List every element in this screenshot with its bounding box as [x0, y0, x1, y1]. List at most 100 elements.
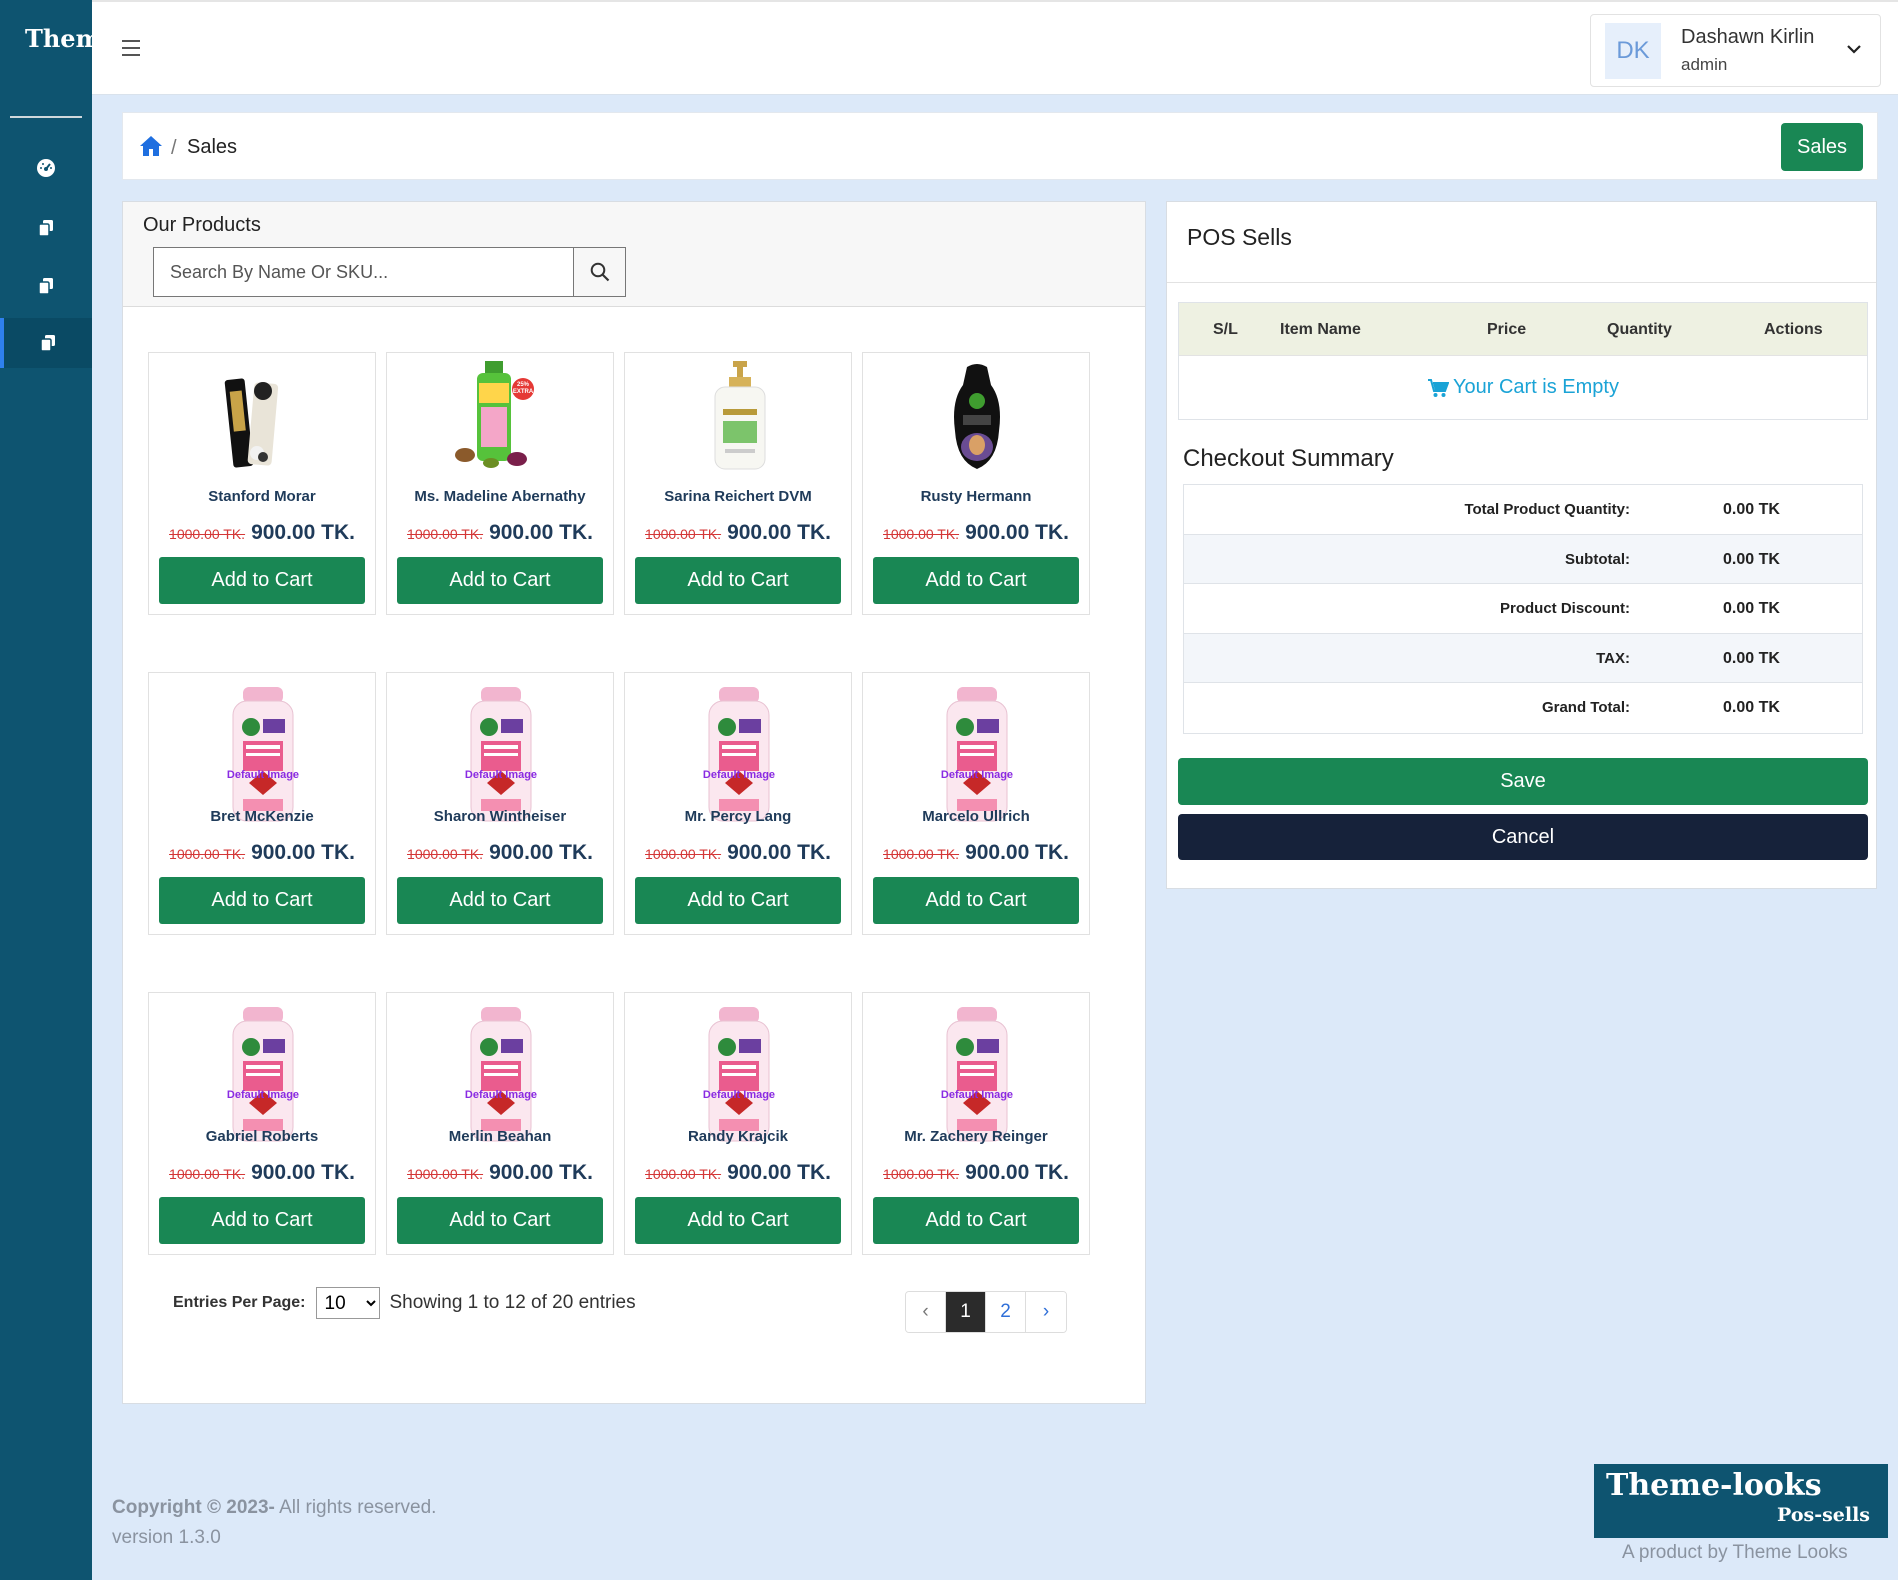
cart-table: S/L Item Name Price Quantity Actions You… — [1178, 302, 1868, 420]
summary-value: 0.00 TK — [1723, 649, 1780, 667]
product-card: Default Image Mr. Percy Lang 1000.00 TK. 90… — [624, 672, 852, 935]
default-image-label: Default Image — [226, 769, 300, 781]
add-to-cart-button[interactable]: Add to Cart — [873, 557, 1079, 604]
product-card: Default Image Bret McKenzie 1000.00 TK. 900… — [148, 672, 376, 935]
sale-price: 900.00 TK. — [965, 1161, 1069, 1184]
summary-label: Total Product Quantity: — [1464, 501, 1630, 518]
sidebar-item-dashboard[interactable] — [0, 143, 92, 193]
entries-select[interactable]: 10 — [315, 1287, 380, 1319]
price-row: 1000.00 TK. 900.00 TK. — [149, 841, 375, 865]
sale-price: 900.00 TK. — [489, 1161, 593, 1184]
old-price: 1000.00 TK. — [407, 526, 484, 542]
search-icon — [590, 262, 609, 282]
sidebar-item-copy-2[interactable] — [0, 261, 92, 311]
brand-name: Theme-looks — [25, 24, 92, 53]
price-row: 1000.00 TK. 900.00 TK. — [625, 841, 851, 865]
add-to-cart-button[interactable]: Add to Cart — [635, 877, 841, 924]
summary-value: 0.00 TK — [1723, 550, 1780, 568]
product-name: Mr. Percy Lang — [684, 808, 792, 825]
price-row: 1000.00 TK. 900.00 TK. — [387, 521, 613, 545]
old-price: 1000.00 TK. — [883, 846, 960, 862]
add-to-cart-button[interactable]: Add to Cart — [397, 877, 603, 924]
add-to-cart-button[interactable]: Add to Cart — [873, 1197, 1079, 1244]
search-button[interactable] — [573, 248, 625, 296]
old-price: 1000.00 TK. — [645, 526, 722, 542]
add-to-cart-button[interactable]: Add to Cart — [159, 877, 365, 924]
product-name: Gabriel Roberts — [205, 1128, 319, 1145]
dashboard-icon — [37, 159, 55, 177]
summary-label: Product Discount: — [1500, 600, 1630, 617]
user-menu[interactable]: DK Dashawn Kirlin admin — [1590, 14, 1881, 87]
product-name: Stanford Morar — [208, 488, 316, 505]
hamburger-icon[interactable] — [122, 40, 142, 58]
sidebar-item-copy-1[interactable] — [0, 203, 92, 253]
entries-control: Entries Per Page: 10 Showing 1 to 12 of … — [173, 1287, 636, 1319]
breadcrumb: / Sales Sales — [122, 112, 1878, 180]
sidebar-item-copy-3[interactable] — [0, 318, 92, 368]
product-image: 25% EXTRA — [451, 361, 551, 471]
summary-row: Product Discount: 0.00 TK — [1184, 584, 1862, 634]
product-card: Default Image Gabriel Roberts 1000.00 TK. 9… — [148, 992, 376, 1255]
add-to-cart-button[interactable]: Add to Cart — [159, 1197, 365, 1244]
sale-price: 900.00 TK. — [251, 841, 355, 864]
footer-logo: Theme-looks Pos-sells — [1594, 1464, 1888, 1538]
price-row: 1000.00 TK. 900.00 TK. — [149, 521, 375, 545]
add-to-cart-button[interactable]: Add to Cart — [397, 557, 603, 604]
entries-label: Entries Per Page: — [173, 1294, 306, 1311]
product-name: Bret McKenzie — [210, 808, 314, 825]
add-to-cart-button[interactable]: Add to Cart — [635, 557, 841, 604]
column-item-name: Item Name — [1280, 321, 1361, 338]
cancel-button[interactable]: Cancel — [1178, 814, 1868, 860]
cart-icon — [1428, 378, 1449, 397]
product-image: Default Image — [451, 1007, 551, 1147]
product-name: Mr. Zachery Reinger — [904, 1128, 1048, 1145]
home-icon[interactable] — [139, 135, 163, 157]
product-image: Default Image — [689, 1007, 789, 1147]
checkout-summary-title: Checkout Summary — [1183, 445, 1394, 472]
default-image-label: Default Image — [464, 1089, 538, 1101]
copyright-bold: Copyright © 2023- — [112, 1497, 275, 1518]
add-to-cart-button[interactable]: Add to Cart — [873, 877, 1079, 924]
brand-logo[interactable]: Theme-looks — [0, 0, 92, 95]
copy-icon — [39, 278, 53, 294]
checkout-summary: Total Product Quantity: 0.00 TK Subtotal… — [1183, 484, 1863, 734]
version-text: version 1.3.0 — [112, 1527, 221, 1548]
pos-divider — [1167, 282, 1876, 283]
default-image-label: Default Image — [702, 769, 776, 781]
products-title: Our Products — [143, 214, 261, 236]
page-2-button[interactable]: 2 — [986, 1292, 1026, 1332]
sales-button[interactable]: Sales — [1781, 123, 1863, 171]
summary-label: Grand Total: — [1541, 699, 1630, 716]
summary-label: TAX: — [1596, 649, 1630, 667]
page-1-button[interactable]: 1 — [946, 1292, 986, 1332]
footer-logo-sub: Pos-sells — [1777, 1504, 1870, 1526]
add-to-cart-button[interactable]: Add to Cart — [635, 1197, 841, 1244]
cart-table-header: S/L Item Name Price Quantity Actions — [1179, 303, 1867, 355]
sidebar: Theme-looks — [0, 0, 92, 1580]
old-price: 1000.00 TK. — [645, 1166, 722, 1182]
product-name: Rusty Hermann — [920, 488, 1032, 505]
products-header: Our Products — [123, 202, 1145, 307]
price-row: 1000.00 TK. 900.00 TK. — [625, 1161, 851, 1185]
add-to-cart-button[interactable]: Add to Cart — [397, 1197, 603, 1244]
product-image — [213, 361, 313, 471]
prev-page-button[interactable]: ‹ — [906, 1292, 946, 1332]
next-page-button[interactable]: › — [1026, 1292, 1066, 1332]
product-card: Rusty Hermann 1000.00 TK. 900.00 TK. Add to… — [862, 352, 1090, 615]
save-button[interactable]: Save — [1178, 758, 1868, 805]
column-sl: S/L — [1213, 321, 1238, 338]
product-name: Ms. Madeline Abernathy — [414, 488, 586, 505]
default-image-label: Default Image — [940, 1089, 1014, 1101]
column-quantity: Quantity — [1607, 321, 1672, 338]
footer-tagline: A product by Theme Looks — [1622, 1542, 1848, 1563]
copy-icon — [39, 220, 53, 236]
product-card: Stanford Morar 1000.00 TK. 900.00 TK. Add t… — [148, 352, 376, 615]
user-role: admin — [1681, 55, 1728, 74]
default-image-label: Default Image — [940, 769, 1014, 781]
summary-row: TAX: 0.00 TK — [1184, 633, 1862, 683]
add-to-cart-button[interactable]: Add to Cart — [159, 557, 365, 604]
old-price: 1000.00 TK. — [407, 846, 484, 862]
old-price: 1000.00 TK. — [407, 1166, 484, 1182]
search-input[interactable] — [154, 248, 573, 296]
sale-price: 900.00 TK. — [965, 521, 1069, 544]
